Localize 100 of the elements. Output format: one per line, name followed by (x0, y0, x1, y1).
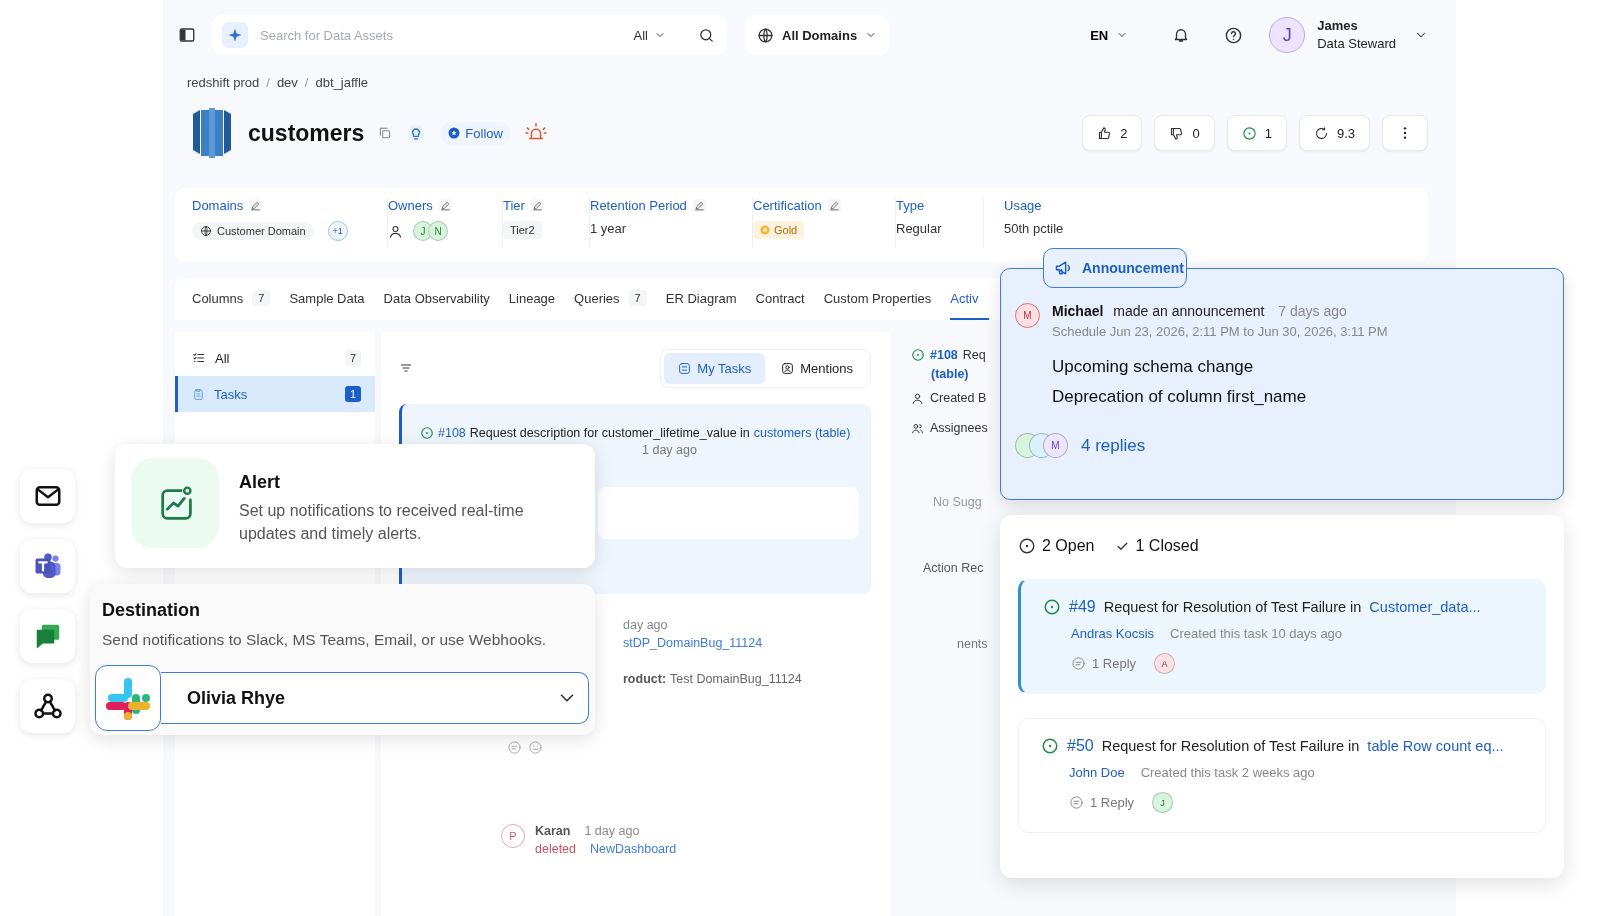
globe-icon (757, 26, 774, 44)
task-number[interactable]: #50 (1067, 737, 1094, 755)
field-label: Retention Period (590, 198, 687, 213)
open-filter[interactable]: 2 Open (1018, 537, 1095, 555)
task-title: Request for Resolution of Test Failure in (1101, 738, 1360, 754)
edit-icon[interactable] (530, 199, 544, 212)
destination-select[interactable]: Olivia Rhye (161, 672, 589, 724)
thumbs-up-icon (1097, 125, 1113, 141)
author-link[interactable]: John Doe (1069, 765, 1125, 780)
stat-button[interactable]: 9.3 (1298, 115, 1370, 151)
entity-link[interactable]: stDP_DomainBug_11124 (623, 636, 871, 650)
sparkle-icon[interactable] (222, 22, 248, 48)
entity-link[interactable]: table Row count eq... (1367, 738, 1504, 754)
field-label: Assignees (930, 421, 988, 435)
toggle-option[interactable]: Mentions (767, 352, 867, 384)
edit-icon[interactable] (438, 199, 452, 212)
tab[interactable]: Columns 7 (192, 278, 281, 320)
tab[interactable]: Sample Data (289, 278, 375, 320)
tab[interactable]: Custom Properties (823, 278, 942, 320)
closed-filter[interactable]: 1 Closed (1116, 537, 1199, 555)
card-description: Send notifications to Slack, MS Teams, Email, or use Webhooks. (102, 631, 547, 649)
sidebar-toggle-icon[interactable] (178, 26, 196, 44)
task-title: Request description for customer_lifetime_value in (469, 426, 750, 440)
language-dropdown[interactable]: EN (1084, 26, 1135, 44)
comment-icon[interactable] (507, 740, 522, 755)
breadcrumb-link[interactable]: dev (276, 74, 298, 90)
help-icon[interactable] (1224, 25, 1244, 45)
section-title: nents (957, 637, 988, 651)
author-link[interactable]: Andras Kocsis (1071, 626, 1155, 641)
copy-icon[interactable] (378, 126, 393, 140)
timestamp: day ago (623, 618, 669, 632)
task-number[interactable]: #49 (1069, 598, 1096, 616)
edit-icon[interactable] (692, 199, 706, 212)
filter-dropdown[interactable]: All (633, 27, 648, 43)
stat-button[interactable]: 2 (1082, 115, 1143, 151)
tab[interactable]: Contract (755, 278, 815, 320)
emoji-icon[interactable] (528, 740, 543, 755)
task-number[interactable]: #108 (930, 348, 958, 362)
open-task-icon (911, 348, 925, 362)
user-name: Karan (535, 824, 571, 838)
comment-icon (1071, 656, 1086, 671)
follow-button[interactable]: Follow (440, 121, 511, 145)
field-label: Certification (753, 198, 822, 213)
users-icon (911, 421, 924, 435)
timestamp: 1 day ago (584, 824, 640, 838)
user-icon (388, 223, 403, 239)
task-number[interactable]: #108 (438, 426, 466, 440)
tab[interactable]: Data Observability (383, 278, 500, 320)
asset-name: customers (248, 119, 365, 147)
owner-avatar[interactable]: N (428, 221, 448, 241)
edit-icon[interactable] (249, 199, 263, 212)
webhook-icon[interactable] (32, 691, 63, 721)
user-square-icon (781, 361, 795, 375)
lightbulb-icon[interactable] (406, 123, 427, 143)
tab[interactable]: Activ (950, 278, 989, 320)
stat-button[interactable]: 0 (1154, 115, 1215, 151)
reply-count[interactable]: 1 Reply (1069, 795, 1135, 810)
filter-item[interactable]: All 7 (175, 340, 375, 376)
stat-button[interactable]: 1 (1226, 115, 1287, 151)
tab[interactable]: ER Diagram (665, 278, 747, 320)
entity-link[interactable]: Customer_data... (1369, 599, 1481, 615)
section-title: Action Rec (923, 561, 984, 575)
more-count[interactable]: +1 (327, 221, 348, 241)
edit-icon[interactable] (827, 199, 841, 212)
assignee-avatar: A (1154, 653, 1176, 674)
breadcrumb-link[interactable]: dbt_jaffle (315, 74, 368, 90)
action-label: deleted (535, 842, 576, 856)
breadcrumb-link[interactable]: redshift prod (187, 74, 260, 90)
globe-icon (200, 225, 212, 237)
toggle-option[interactable]: My Tasks (664, 352, 766, 384)
task-title: Request for Resolution of Test Failure in (1103, 599, 1362, 615)
search-field[interactable]: Search for Data Assets All (212, 15, 727, 55)
user-avatar[interactable]: J (1269, 17, 1306, 53)
tab[interactable]: Lineage (508, 278, 566, 320)
reply-count[interactable]: 1 Reply (1071, 656, 1137, 671)
field-label: roduct: (623, 672, 667, 686)
open-task-icon (1043, 598, 1061, 616)
replies-link[interactable]: 4 replies (1081, 435, 1146, 456)
breadcrumb-separator: / (266, 74, 270, 90)
filter-item[interactable]: Tasks 1 (175, 376, 375, 412)
search-icon[interactable] (698, 26, 715, 44)
entity-link[interactable]: NewDashboard (590, 842, 677, 856)
field-label: Tier (503, 198, 525, 213)
task-item[interactable]: #49 Request for Resolution of Test Failure in Customer_data... Andras Kocsis Created this task 10 days ago 1 Reply A (1018, 579, 1546, 694)
domain-dropdown[interactable]: All Domains (745, 15, 890, 55)
field-value: Regular (896, 221, 942, 236)
user-name: James (1317, 17, 1359, 35)
task-item[interactable]: #50 Request for Resolution of Test Failure in table Row count eq... John Doe Created this task 2 weeks ago 1 Reply J (1018, 718, 1546, 833)
filter-icon[interactable] (399, 361, 413, 375)
card-description: Set up notifications to received real-time updates and timely alerts. (239, 501, 525, 544)
table-link[interactable]: customers (table) (753, 426, 851, 440)
table-link[interactable]: (table) (931, 367, 969, 381)
user-icon (911, 391, 924, 405)
tab[interactable]: Queries 7 (574, 278, 657, 320)
field-label: Domains (192, 198, 244, 213)
user-name: Michael (1052, 303, 1104, 319)
open-task-icon (420, 426, 434, 440)
domain-tag: Customer Domain (192, 222, 314, 240)
created-text: Created this task 10 days ago (1170, 626, 1343, 641)
field-label: Created B (930, 391, 987, 405)
